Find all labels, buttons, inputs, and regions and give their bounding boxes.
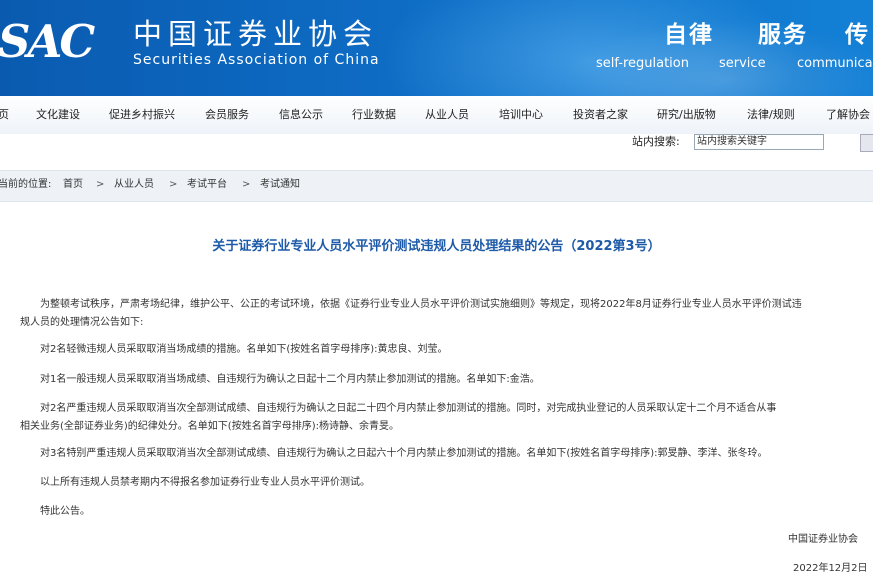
slogan-service-en: service — [719, 56, 766, 71]
search-button[interactable] — [860, 134, 873, 152]
slogan-self-regulation-cn: 自律 — [664, 22, 714, 48]
site-header: SAC 中国证券业协会 Securities Association of Ch… — [0, 0, 873, 96]
article-paragraph: 对2名轻微违规人员采取取消当场成绩的措施。名单如下(按姓名首字母排序):黄忠良、… — [40, 344, 448, 355]
nav-item-member-services[interactable]: 会员服务 — [205, 96, 249, 134]
nav-item-investors[interactable]: 投资者之家 — [573, 96, 628, 134]
article-paragraph: 为整顿考试秩序，严肃考场纪律，维护公平、公正的考试环境，依据《证券行业专业人员水… — [40, 299, 802, 310]
article-title: 关于证券行业专业人员水平评价测试违规人员处理结果的公告（2022第3号） — [212, 239, 661, 254]
breadcrumb-separator: > — [242, 179, 251, 190]
slogan-communication-cn: 传 — [845, 22, 870, 48]
signature-date: 2022年12月2日 — [793, 563, 868, 574]
nav-item-home[interactable]: 页 — [0, 96, 9, 134]
article-paragraph: 对3名特别严重违规人员采取取消当次全部测试成绩、自违规行为确认之日起六十个月内禁… — [40, 448, 768, 459]
article-paragraph: 对1名一般违规人员采取取消当场成绩、自违规行为确认之日起十二个月内禁止参加测试的… — [40, 374, 540, 385]
site-name-en: Securities Association of China — [133, 52, 380, 68]
search-input[interactable] — [694, 134, 824, 150]
breadcrumb-separator: > — [96, 179, 105, 190]
breadcrumb-prefix: 当前的位置: — [0, 179, 52, 190]
search-bar: 站内搜索: — [0, 134, 873, 154]
nav-item-industry-data[interactable]: 行业数据 — [352, 96, 396, 134]
nav-item-research[interactable]: 研究/出版物 — [657, 96, 716, 134]
breadcrumb-home[interactable]: 首页 — [63, 171, 83, 199]
nav-item-laws[interactable]: 法律/规则 — [747, 96, 795, 134]
article-paragraph: 相关业务(全部证券业务)的纪律处分。名单如下(按姓名首字母排序):杨诗静、余青旻… — [20, 421, 399, 432]
nav-item-training[interactable]: 培训中心 — [499, 96, 543, 134]
nav-item-culture[interactable]: 文化建设 — [36, 96, 80, 134]
site-name-cn[interactable]: 中国证券业协会 — [133, 16, 378, 52]
article-paragraph: 以上所有违规人员禁考期内不得报名参加证券行业专业人员水平评价测试。 — [40, 477, 370, 488]
nav-item-about[interactable]: 了解协会 — [826, 96, 870, 134]
nav-item-rural-revitalization[interactable]: 促进乡村振兴 — [109, 96, 175, 134]
slogan-service-cn: 服务 — [758, 22, 808, 48]
breadcrumb-exam-platform[interactable]: 考试平台 — [187, 171, 227, 199]
main-nav: 页 文化建设 促进乡村振兴 会员服务 信息公示 行业数据 从业人员 培训中心 投… — [0, 96, 873, 135]
article-paragraph: 规人员的处理情况公告如下: — [20, 317, 144, 328]
article-paragraph: 对2名严重违规人员采取取消当次全部测试成绩、自违规行为确认之日起二十四个月内禁止… — [40, 403, 777, 414]
nav-item-practitioners[interactable]: 从业人员 — [425, 96, 469, 134]
search-label: 站内搜索: — [632, 135, 680, 148]
breadcrumb-exam-notice[interactable]: 考试通知 — [260, 171, 300, 199]
breadcrumb-separator: > — [169, 179, 178, 190]
breadcrumb-practitioners[interactable]: 从业人员 — [114, 171, 154, 199]
sac-logo[interactable]: SAC — [0, 17, 95, 67]
slogan-self-regulation-en: self-regulation — [596, 56, 689, 71]
article-paragraph: 特此公告。 — [40, 506, 90, 517]
nav-item-disclosure[interactable]: 信息公示 — [279, 96, 323, 134]
breadcrumb: 当前的位置: 首页 > 从业人员 > 考试平台 > 考试通知 — [0, 170, 873, 202]
slogan-communication-en: communica — [797, 56, 873, 71]
signature-organization: 中国证券业协会 — [788, 534, 858, 545]
